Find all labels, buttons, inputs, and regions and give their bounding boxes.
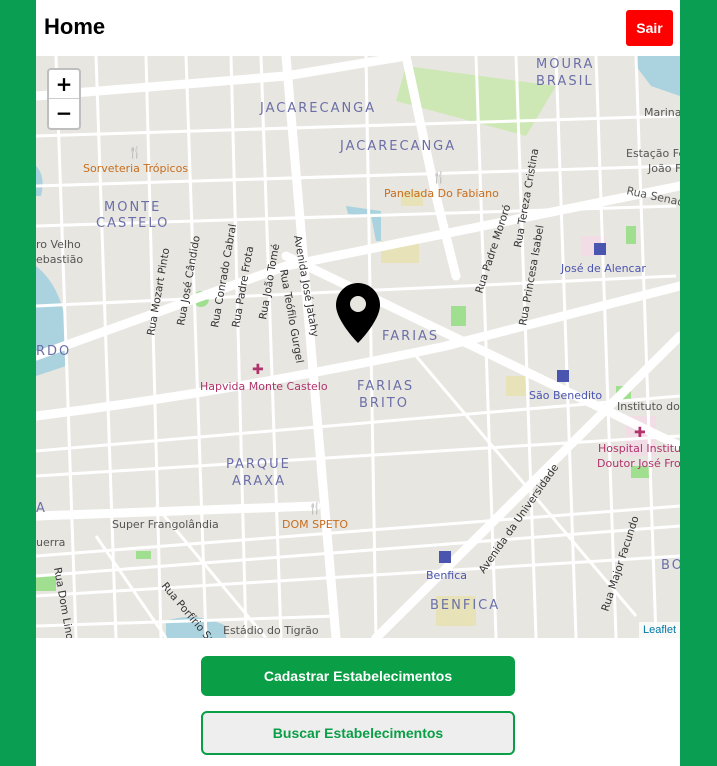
map-tiles: MOURA BRASIL JACARECANGA JACARECANGA MON… [36,56,680,638]
svg-text:🍴: 🍴 [308,502,322,515]
svg-text:São Benedito: São Benedito [529,389,602,402]
svg-text:Estádio do Tigrão: Estádio do Tigrão [223,624,319,637]
zoom-control: + − [47,68,81,130]
header: Home Sair [36,0,680,56]
label-jacarecanga-1: JACARECANGA [259,101,376,116]
svg-text:Doutor José Frot: Doutor José Frot [597,457,680,470]
zoom-out-button[interactable]: − [49,99,79,128]
register-establishments-button[interactable]: Cadastrar Estabelecimentos [201,656,515,696]
svg-text:Instituto do C: Instituto do C [617,400,680,413]
svg-text:ebastião: ebastião [36,253,83,266]
svg-text:RDO: RDO [36,344,71,359]
svg-text:CASTELO: CASTELO [96,216,169,231]
svg-text:ro Velho: ro Velho [36,238,81,251]
svg-text:BRASIL: BRASIL [536,74,594,89]
svg-text:A: A [36,501,47,516]
svg-text:Super Frangolândia: Super Frangolândia [112,518,219,531]
svg-text:Hospital Institut: Hospital Institut [598,442,680,455]
svg-text:Sorveteria Trópicos: Sorveteria Trópicos [83,162,188,175]
svg-text:João Fe: João Fe [647,162,680,175]
map-pin-icon[interactable] [336,283,380,343]
label-moura-brasil: MOURA [536,57,594,72]
svg-text:✚: ✚ [634,425,646,441]
logout-button[interactable]: Sair [626,10,673,46]
svg-text:BRITO: BRITO [359,396,409,411]
label-farias-brito: FARIAS [357,379,414,394]
svg-text:José de Alencar: José de Alencar [560,262,646,275]
map-view[interactable]: MOURA BRASIL JACARECANGA JACARECANGA MON… [36,56,680,638]
label-jacarecanga-2: JACARECANGA [339,139,456,154]
restaurant-icon: 🍴 [128,146,142,159]
zoom-in-button[interactable]: + [49,70,79,99]
train-station-icon [594,243,606,255]
label-parque-araxa-farias: FARIAS [382,329,439,344]
svg-text:ARAXA: ARAXA [232,474,286,489]
page-title: Home [44,14,106,39]
search-establishments-button[interactable]: Buscar Estabelecimentos [201,711,515,755]
hospital-icon: ✚ [252,362,264,378]
label-parque-araxa: PARQUE [226,457,291,472]
app-container: Home Sair MOURA BRASIL JACARECANGA JACAR… [36,0,680,766]
svg-text:DOM SPETO: DOM SPETO [282,518,348,531]
svg-text:BO: BO [661,558,680,573]
label-monte-castelo: MONTE [104,200,161,215]
svg-text:🍴: 🍴 [432,171,446,184]
svg-text:Hapvida Monte Castelo: Hapvida Monte Castelo [200,380,328,393]
label-benfica-district: BENFICA [430,598,500,613]
svg-text:Estação Fe: Estação Fe [626,147,680,160]
svg-text:Panelada Do Fabiano: Panelada Do Fabiano [384,187,499,200]
map-attribution-link[interactable]: Leaflet [638,622,680,638]
svg-text:Benfica: Benfica [426,569,467,582]
svg-text:Marina: Marina [644,106,680,119]
svg-text:uerra: uerra [36,536,65,549]
